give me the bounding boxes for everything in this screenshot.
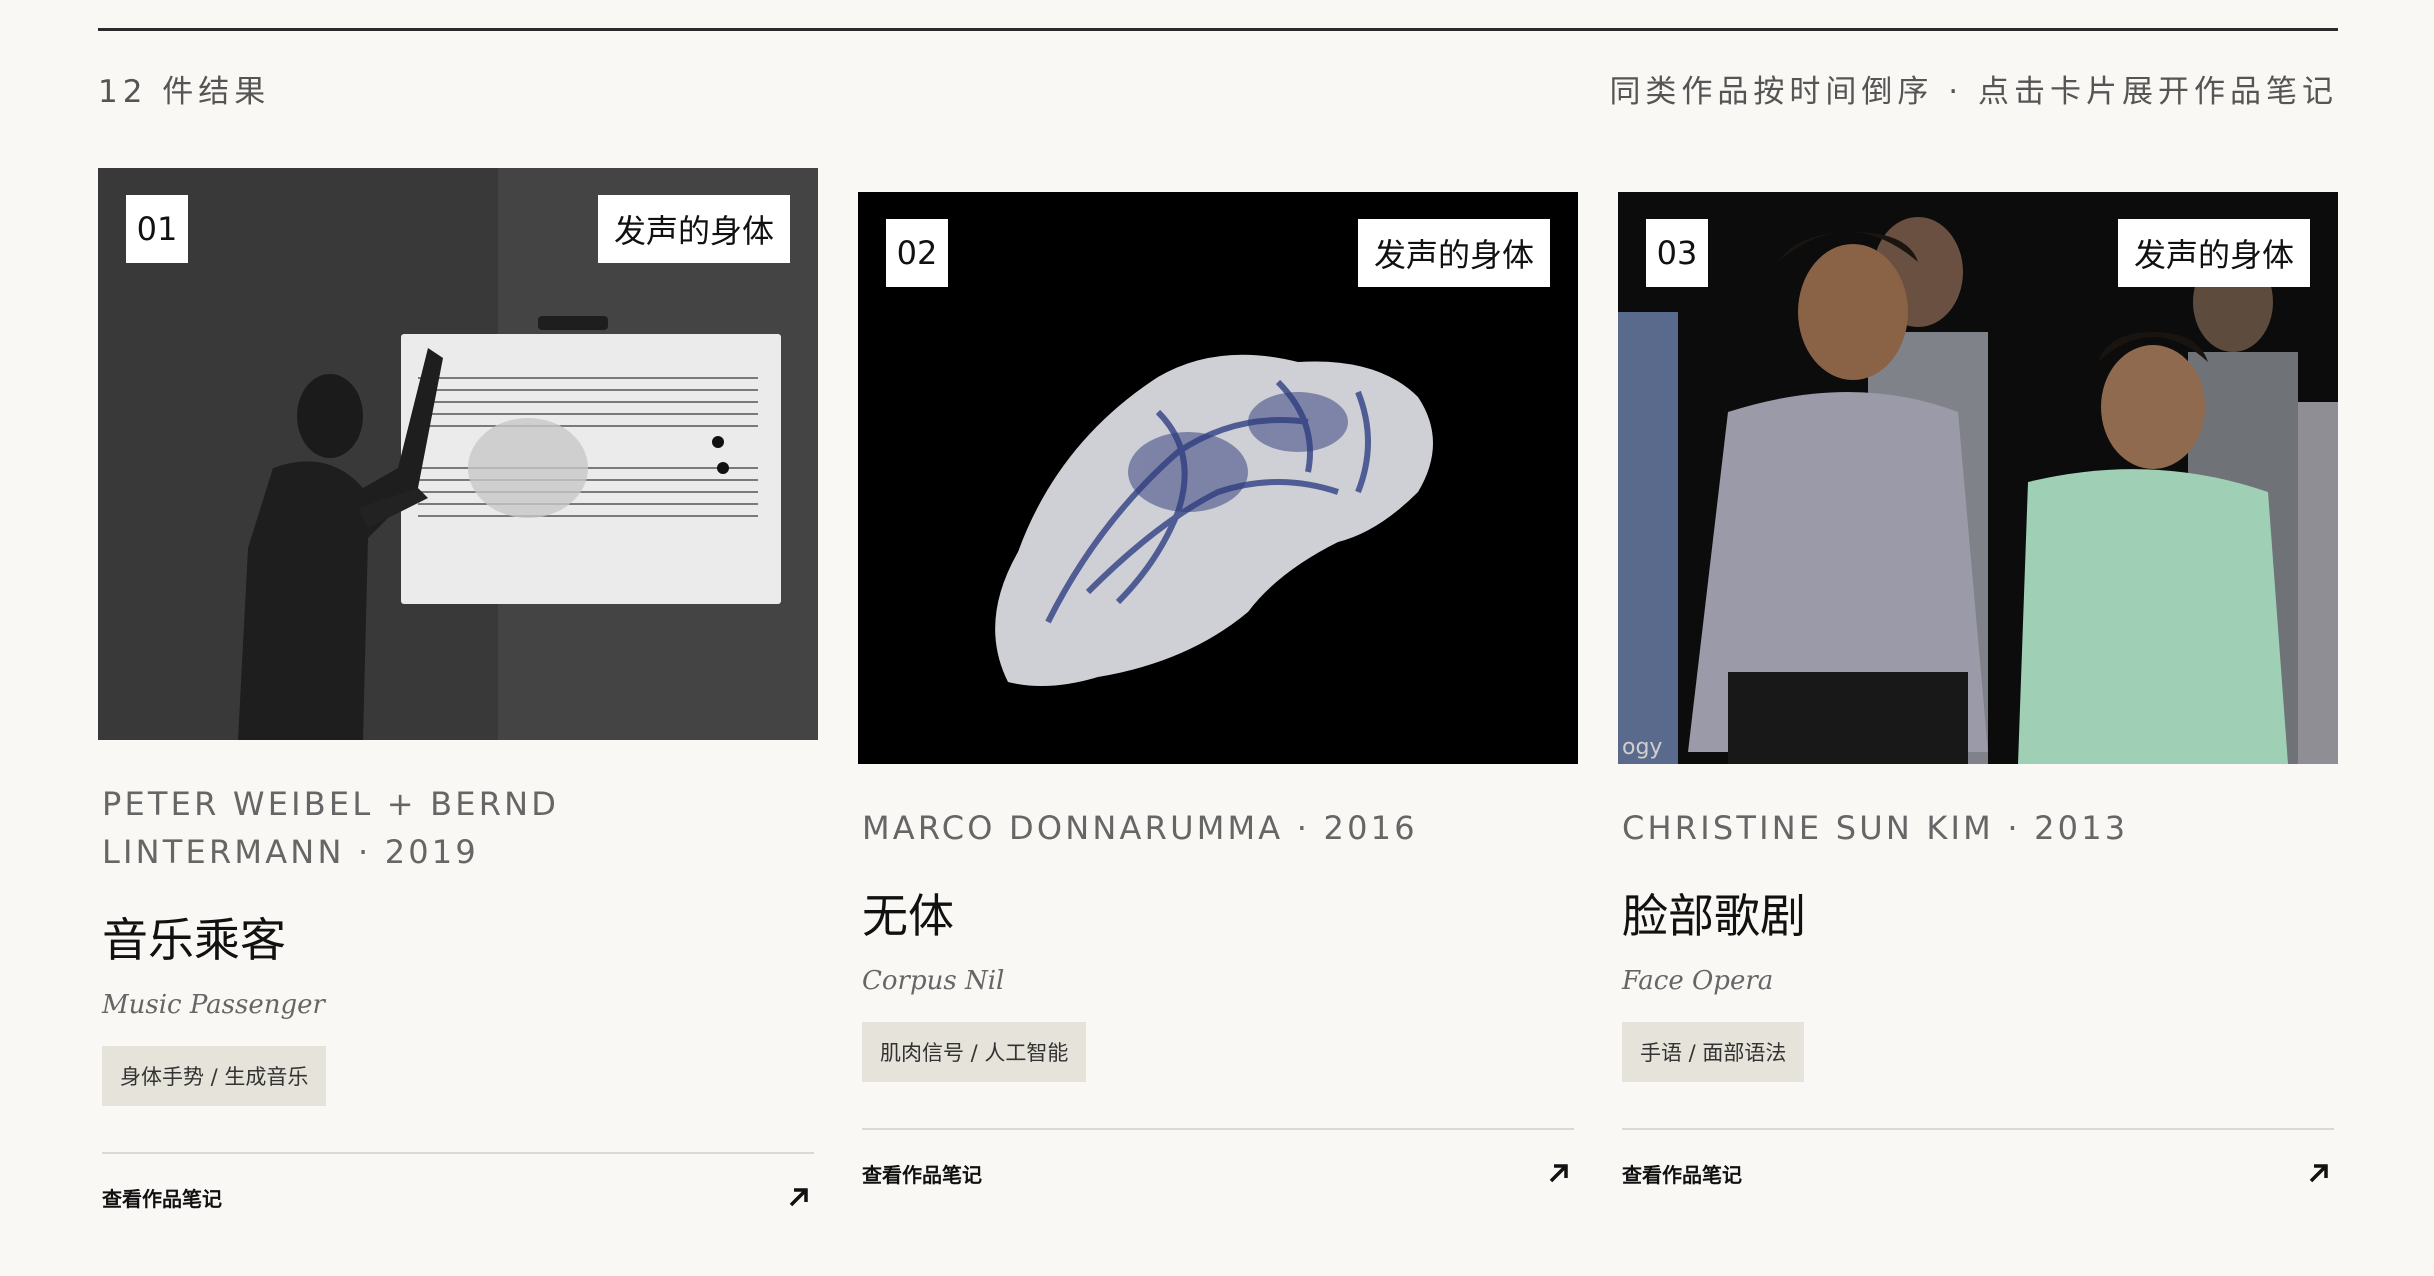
work-title-en: Face Opera bbox=[1622, 966, 1774, 996]
work-title: 无体 bbox=[862, 889, 954, 943]
keyword-chip: 手语 / 面部语法 bbox=[1622, 1022, 1805, 1082]
card-number: 02 bbox=[886, 219, 948, 287]
arrow-up-right-icon[interactable] bbox=[1544, 1158, 1574, 1188]
category-tag: 发声的身体 bbox=[597, 195, 790, 263]
category-tag: 发声的身体 bbox=[2117, 219, 2310, 287]
view-notes-link[interactable]: 查看作品笔记 bbox=[1622, 1159, 1742, 1188]
view-notes-link[interactable]: 查看作品笔记 bbox=[102, 1183, 222, 1212]
work-title-en: Music Passenger bbox=[102, 990, 325, 1020]
image-watermark: ogy bbox=[1622, 735, 1663, 760]
card-divider bbox=[102, 1152, 814, 1154]
artist-year: CHRISTINE SUN KIM · 2013 bbox=[1622, 809, 2129, 847]
arrow-up-right-icon[interactable] bbox=[784, 1182, 814, 1212]
work-title: 脸部歌剧 bbox=[1622, 889, 1806, 943]
work-card[interactable]: 03 发声的身体 ogy CHRISTINE SUN KIM · 2013 脸部… bbox=[1618, 192, 2338, 1188]
work-image: 02 发声的身体 bbox=[858, 192, 1578, 764]
keyword-chip: 身体手势 / 生成音乐 bbox=[102, 1046, 327, 1106]
card-footer[interactable]: 查看作品笔记 bbox=[1622, 1158, 2334, 1188]
work-image: 03 发声的身体 ogy bbox=[1618, 192, 2338, 764]
work-title: 音乐乘客 bbox=[102, 913, 286, 967]
result-count: 12 件结果 bbox=[98, 74, 271, 110]
work-card[interactable]: 01 发声的身体 PETER WEIBEL + BERND LINTERMANN… bbox=[98, 168, 818, 1212]
artist-year: PETER WEIBEL + BERND LINTERMANN · 2019 bbox=[102, 785, 560, 871]
arrow-up-right-icon[interactable] bbox=[2304, 1158, 2334, 1188]
view-notes-link[interactable]: 查看作品笔记 bbox=[862, 1159, 982, 1188]
work-card[interactable]: 02 发声的身体 MARCO DONNARUMMA · 2016 无体 Corp… bbox=[858, 192, 1578, 1188]
work-image: 01 发声的身体 bbox=[98, 168, 818, 740]
card-footer[interactable]: 查看作品笔记 bbox=[102, 1182, 814, 1212]
card-number: 01 bbox=[126, 195, 188, 263]
keyword-chip: 肌肉信号 / 人工智能 bbox=[862, 1022, 1087, 1082]
card-footer[interactable]: 查看作品笔记 bbox=[862, 1158, 1574, 1188]
sort-hint: 同类作品按时间倒序 · 点击卡片展开作品笔记 bbox=[1609, 74, 2338, 110]
card-divider bbox=[1622, 1128, 2334, 1130]
artist-year: MARCO DONNARUMMA · 2016 bbox=[862, 809, 1418, 847]
card-divider bbox=[862, 1128, 1574, 1130]
category-tag: 发声的身体 bbox=[1357, 219, 1550, 287]
card-number: 03 bbox=[1646, 219, 1708, 287]
top-rule bbox=[98, 28, 2338, 31]
work-title-en: Corpus Nil bbox=[862, 966, 1005, 996]
